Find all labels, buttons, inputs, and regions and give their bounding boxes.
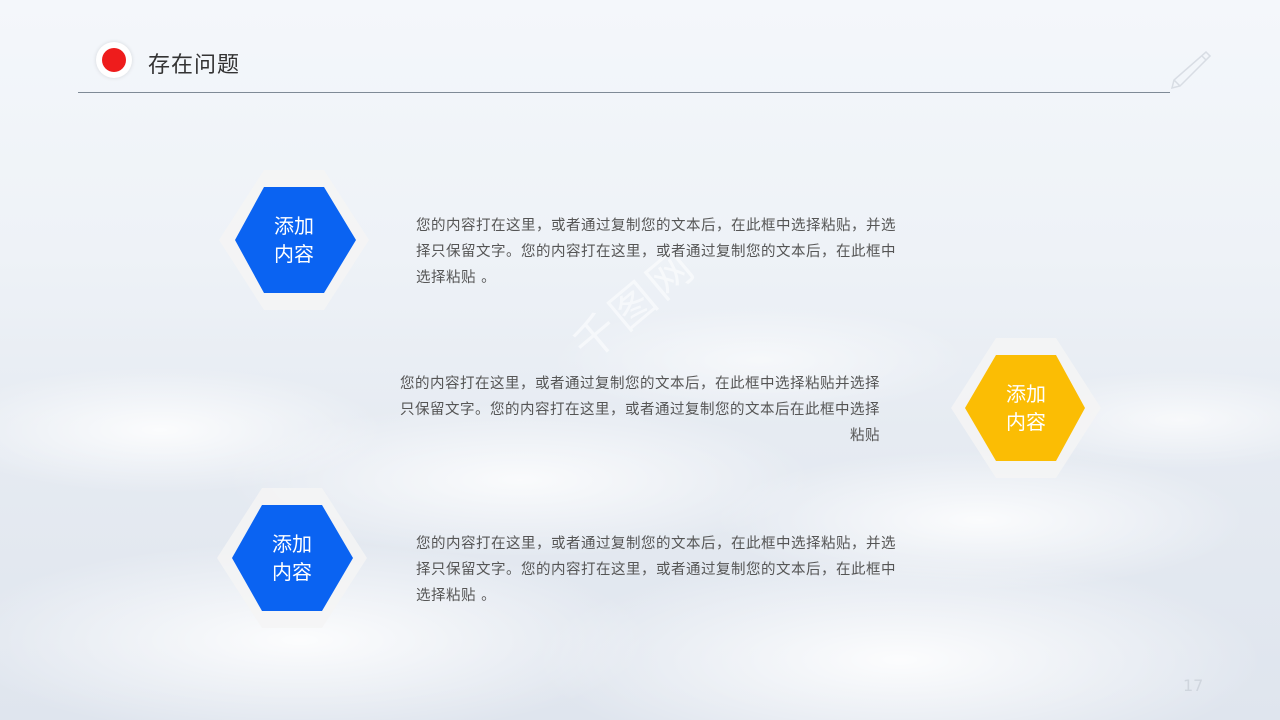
hexagon-item-1: 添加 内容 [219,170,369,310]
hexagon-label: 添加 内容 [1006,382,1046,434]
slide-title: 存在问题 [148,53,241,78]
item-1-text: 您的内容打在这里，或者通过复制您的文本后，在此框中选择粘贴，并选择只保留文字。您… [416,218,896,286]
hexagon-item-3: 添加 内容 [217,488,367,628]
page-number: 17 [1183,676,1204,695]
hexagon-item-2: 添加 内容 [951,338,1101,478]
slide-header: 存在问题 [78,40,1170,93]
item-2-text: 您的内容打在这里，或者通过复制您的文本后，在此框中选择粘贴并选择只保留文字。您的… [400,376,880,444]
pen-icon [1170,50,1212,90]
red-dot-icon [96,42,132,78]
hexagon-label: 添加 内容 [272,532,312,584]
item-3-text: 您的内容打在这里，或者通过复制您的文本后，在此框中选择粘贴，并选择只保留文字。您… [416,536,896,604]
hexagon-label: 添加 内容 [274,214,314,266]
red-dot-fill [102,48,126,72]
